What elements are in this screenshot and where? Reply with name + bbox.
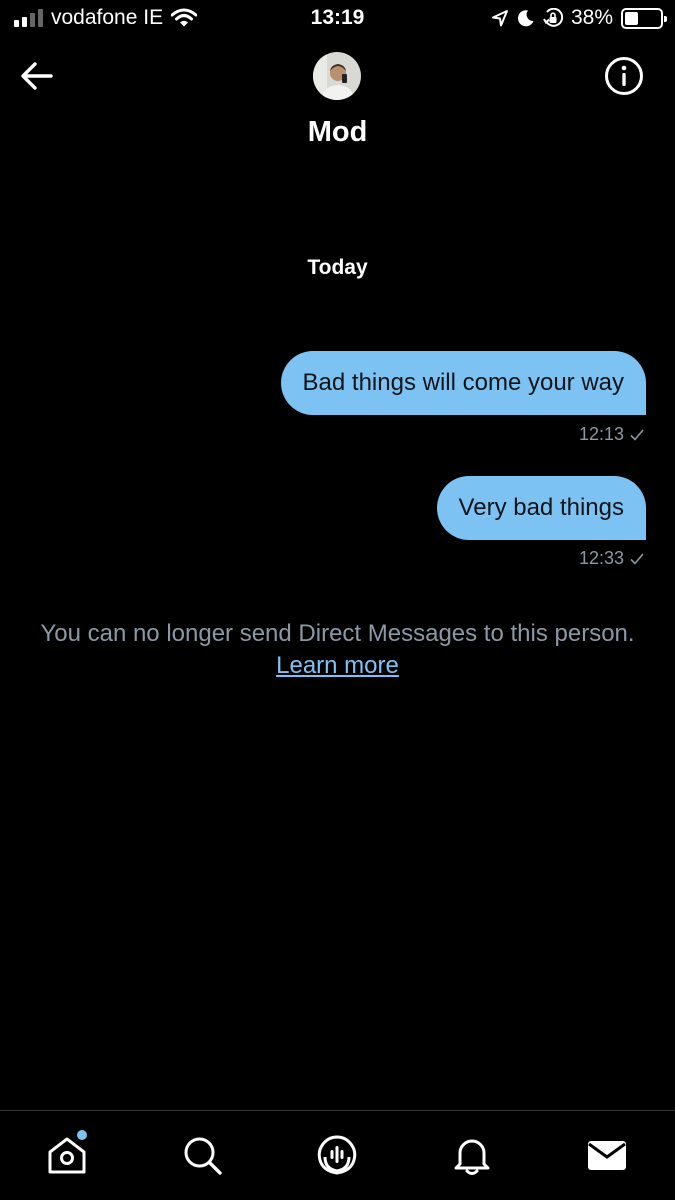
dm-restricted-notice: You can no longer send Direct Messages t…	[30, 618, 645, 682]
message-text: Bad things will come your way	[302, 369, 624, 396]
message-bubble[interactable]: Very bad things	[436, 476, 646, 540]
message-bubble[interactable]: Bad things will come your way	[280, 351, 646, 415]
sent-check-icon	[630, 428, 644, 441]
back-arrow-icon[interactable]	[18, 57, 56, 95]
message-text: Very bad things	[458, 494, 624, 521]
message-meta: 12:13	[579, 424, 644, 445]
info-icon[interactable]	[604, 56, 644, 96]
notifications-icon[interactable]	[450, 1133, 494, 1177]
date-separator: Today	[307, 256, 368, 279]
message-meta: 12:33	[579, 548, 644, 569]
avatar[interactable]	[313, 52, 361, 100]
message-time: 12:13	[578, 424, 624, 444]
dm-conversation-screen: vodafone IE 13:19 38% Mod Today Bad thin…	[0, 0, 675, 1200]
spaces-icon[interactable]	[315, 1133, 359, 1177]
status-bar: vodafone IE 13:19 38%	[0, 0, 675, 40]
battery-icon	[621, 7, 667, 29]
notice-text: You can no longer send Direct Messages t…	[40, 620, 635, 647]
search-icon[interactable]	[180, 1133, 224, 1177]
battery-percent: 38%	[570, 6, 613, 29]
moon-icon	[517, 10, 534, 27]
bottom-nav	[0, 1110, 675, 1200]
message-time: 12:33	[578, 548, 624, 568]
orientation-lock-icon	[543, 8, 563, 27]
location-arrow-icon	[491, 10, 508, 27]
conversation-title[interactable]: Mod	[0, 116, 675, 149]
profile-photo	[313, 52, 361, 100]
learn-more-link[interactable]: Learn more	[276, 652, 399, 679]
new-content-dot	[77, 1130, 87, 1140]
messages-icon[interactable]	[585, 1133, 629, 1177]
sent-check-icon	[630, 552, 644, 565]
